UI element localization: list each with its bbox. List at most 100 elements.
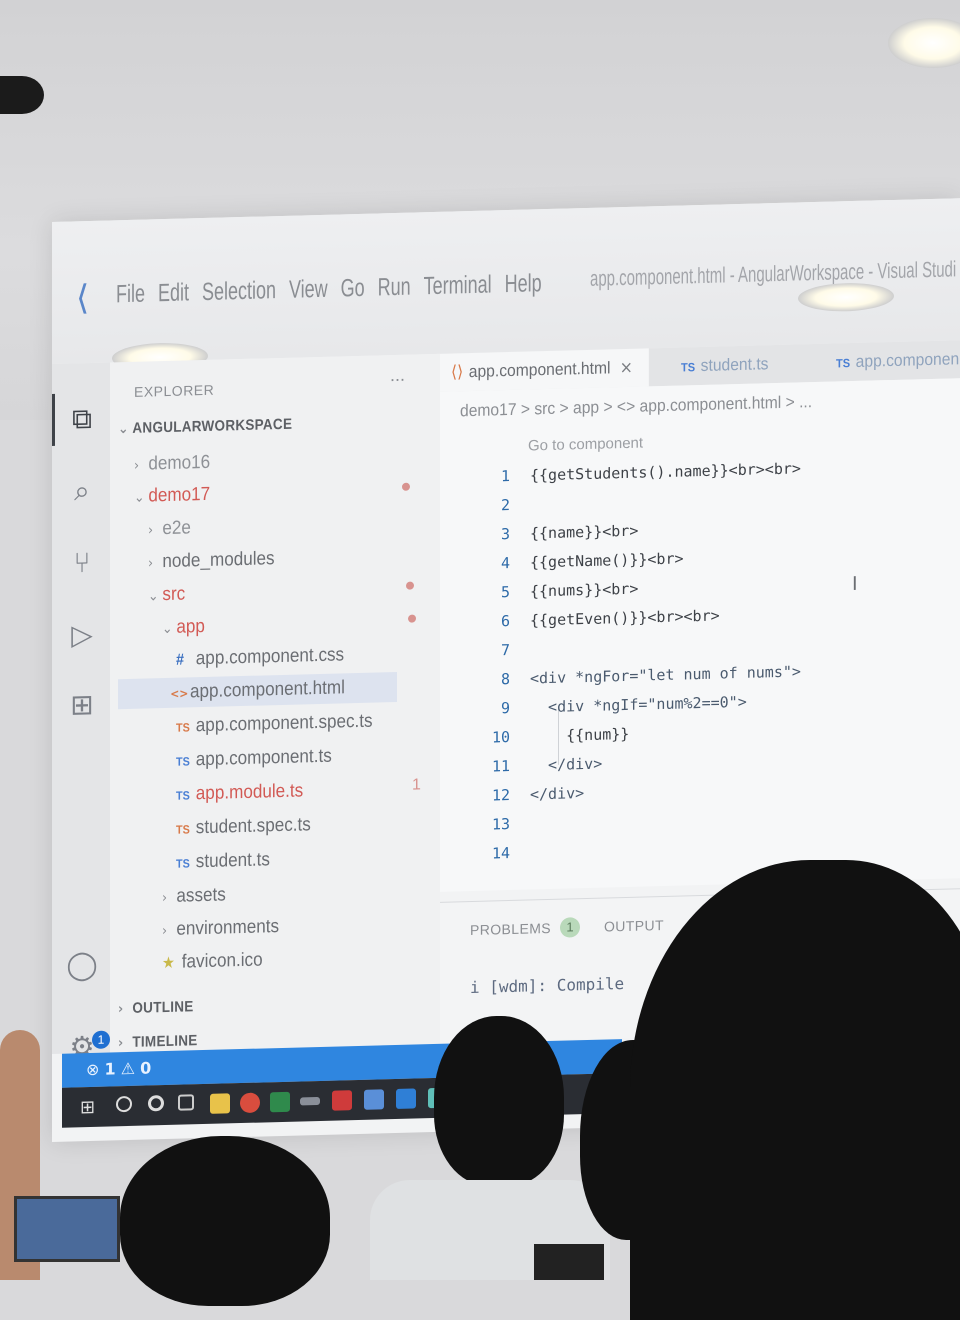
chevron-right-icon: ›: [118, 1001, 124, 1018]
line-number: 2: [500, 496, 510, 515]
html-file-icon: ⟨⟩: [451, 362, 464, 383]
chevron-right-icon: ›: [134, 457, 140, 474]
tree-item-app[interactable]: ⌄ app: [162, 612, 205, 643]
menu-help[interactable]: Help: [505, 269, 542, 299]
problems-count-badge: 1: [560, 917, 580, 938]
ts-file-icon: TS: [681, 360, 696, 375]
cortana-icon[interactable]: [148, 1095, 164, 1112]
tree-item-app-component-spec-ts[interactable]: TS app.component.spec.ts: [176, 707, 373, 742]
tree-item-e2e[interactable]: › e2e: [148, 513, 191, 544]
code-lines[interactable]: {{getStudents().name}}<br><br> {{name}}<…: [530, 451, 940, 868]
problem-count: 1: [412, 776, 421, 794]
tab-problems[interactable]: PROBLEMS: [470, 920, 551, 938]
explorer-title: EXPLORER: [134, 381, 215, 400]
tab-app-component-html[interactable]: ⟨⟩ app.component.html ×: [440, 348, 649, 392]
chevron-down-icon: ⌄: [148, 588, 159, 605]
phone: [534, 1244, 604, 1280]
tree-item-environments[interactable]: › environments: [162, 912, 279, 945]
chevron-right-icon: ›: [148, 522, 154, 539]
menu-run[interactable]: Run: [378, 273, 411, 303]
vscode-logo-icon: ⟨: [76, 278, 90, 319]
outline-section[interactable]: › OUTLINE: [118, 992, 194, 1024]
account-icon[interactable]: ◯: [66, 948, 98, 982]
line-number: 9: [500, 699, 510, 718]
chevron-down-icon: ⌄: [134, 489, 145, 506]
ts-file-icon: TS: [176, 720, 190, 735]
line-number: 11: [491, 757, 510, 776]
audience-head: [434, 1016, 564, 1186]
close-icon[interactable]: ×: [620, 358, 633, 378]
app-icon[interactable]: [364, 1089, 384, 1110]
ts-file-icon: TS: [176, 788, 190, 803]
line-number: 6: [500, 612, 510, 631]
chrome-icon[interactable]: [240, 1092, 260, 1114]
tree-item-app-component-html[interactable]: <>app.component.html: [118, 671, 397, 710]
vscode-taskbar-icon[interactable]: [396, 1088, 416, 1109]
line-number-gutter: 1 2 3 4 5 6 7 8 9 10 11 12 13 14: [460, 462, 510, 869]
line-number: 4: [500, 554, 510, 573]
line-number: 5: [500, 583, 510, 602]
terminal-output-line: i [wdm]: Compile: [470, 974, 625, 998]
task-view-icon[interactable]: [178, 1094, 194, 1111]
error-warning-status[interactable]: ⊗ 1 ⚠ 0: [86, 1058, 151, 1079]
modified-dot: [408, 614, 416, 623]
code-editor[interactable]: demo17 > src > app > <> app.component.ht…: [440, 378, 960, 892]
chevron-right-icon: ›: [162, 889, 168, 907]
line-number: 1: [500, 467, 510, 486]
search-icon[interactable]: ⌕: [66, 474, 98, 508]
active-view-indicator: [52, 393, 55, 446]
tree-item-demo16[interactable]: › demo16: [134, 448, 210, 480]
chevron-down-icon: ⌄: [162, 620, 173, 638]
tree-item-app-module-ts[interactable]: TS app.module.ts: [176, 776, 303, 809]
tree-item-app-component-css[interactable]: # app.component.css: [176, 640, 344, 674]
workspace-header[interactable]: ⌄ ANGULARWORKSPACE: [118, 410, 292, 445]
tree-item-app-component-ts[interactable]: TS app.component.ts: [176, 742, 332, 776]
line-number: 14: [491, 844, 510, 863]
audience-head: [120, 1136, 330, 1306]
text-cursor-icon: I: [852, 572, 858, 596]
line-number: 7: [500, 641, 510, 660]
breadcrumb[interactable]: demo17 > src > app > <> app.component.ht…: [460, 392, 812, 421]
menu-view[interactable]: View: [289, 275, 328, 305]
activity-bar: ⧉ ⌕ ⑂ ▷ ⊞ ◯ ⚙: [52, 362, 110, 1064]
modified-dot: [406, 581, 414, 590]
tree-item-src[interactable]: ⌄ src: [148, 580, 185, 611]
source-control-icon[interactable]: ⑂: [66, 546, 98, 580]
menu-selection[interactable]: Selection: [202, 276, 276, 307]
extensions-icon[interactable]: ⊞: [66, 688, 98, 722]
tree-item-assets[interactable]: › assets: [162, 880, 226, 912]
menu-edit[interactable]: Edit: [158, 278, 189, 308]
explorer-icon[interactable]: ⧉: [66, 402, 98, 436]
app-icon[interactable]: [332, 1090, 352, 1111]
chevron-right-icon: ›: [148, 555, 154, 572]
menu-file[interactable]: File: [116, 280, 145, 310]
explorer-more-button[interactable]: ...: [390, 365, 405, 386]
line-number: 13: [491, 815, 510, 834]
modified-dot: [402, 482, 410, 491]
ts-file-icon: TS: [176, 822, 190, 837]
chevron-down-icon: ⌄: [118, 420, 129, 438]
window-title: app.component.html - AngularWorkspace - …: [590, 256, 957, 291]
windows-start-icon[interactable]: ⊞: [80, 1097, 95, 1118]
line-number: 3: [500, 525, 510, 544]
codelens-go-to-component[interactable]: Go to component: [528, 435, 643, 455]
run-debug-icon[interactable]: ▷: [66, 618, 98, 652]
search-icon[interactable]: [116, 1095, 132, 1113]
tree-item-student-spec-ts[interactable]: TS student.spec.ts: [176, 810, 311, 844]
tab-app-component-ts[interactable]: TS app.componen: [825, 339, 960, 382]
menu-go[interactable]: Go: [341, 274, 365, 304]
line-number: 12: [491, 786, 510, 805]
tab-student-ts[interactable]: TS student.ts: [670, 344, 819, 386]
css-file-icon: #: [176, 651, 185, 669]
menu-bar: File Edit Selection View Go Run Terminal…: [116, 269, 542, 309]
title-bar: ⟨ File Edit Selection View Go Run Termin…: [52, 198, 960, 373]
tree-item-demo17[interactable]: ⌄ demo17: [134, 480, 210, 512]
menu-terminal[interactable]: Terminal: [424, 270, 492, 301]
excel-icon[interactable]: [270, 1091, 290, 1113]
tree-item-favicon[interactable]: ★ favicon.ico: [162, 945, 263, 978]
tree-item-student-ts[interactable]: TS student.ts: [176, 845, 270, 877]
tree-item-node-modules[interactable]: › node_modules: [148, 544, 275, 577]
app-icon[interactable]: [300, 1096, 320, 1106]
file-explorer-icon[interactable]: [210, 1093, 230, 1114]
tab-output[interactable]: OUTPUT: [604, 917, 664, 935]
